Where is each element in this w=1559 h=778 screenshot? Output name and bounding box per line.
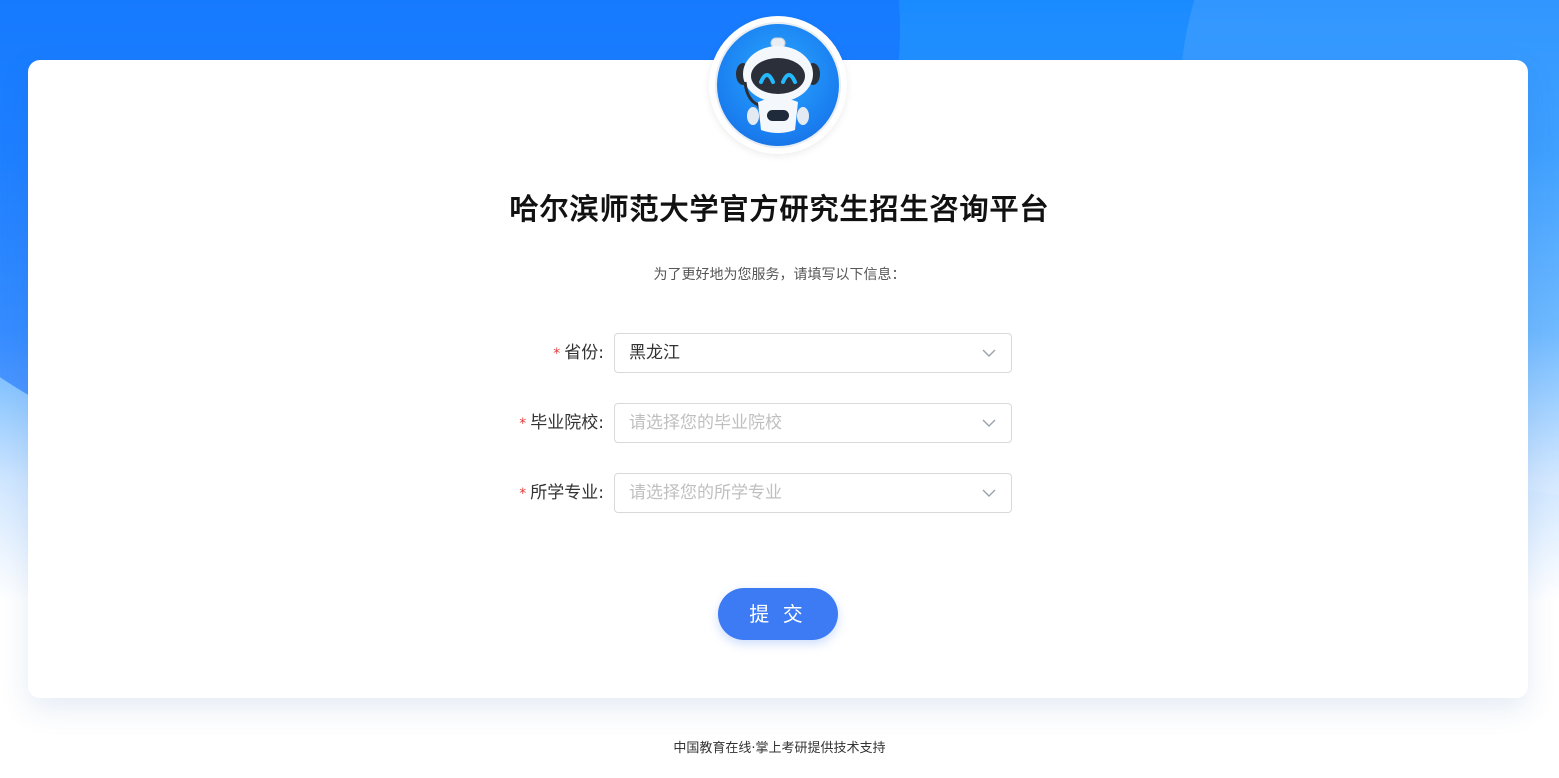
required-mark: * — [553, 346, 561, 362]
robot-illustration — [736, 37, 820, 133]
school-select[interactable]: 请选择您的毕业院校 — [614, 403, 1012, 443]
major-select-placeholder: 请选择您的所学专业 — [629, 483, 782, 503]
major-label: * 所学专业: — [519, 483, 604, 503]
page-subtitle: 为了更好地为您服务，请填写以下信息： — [653, 267, 906, 283]
province-label: * 省份: — [553, 343, 604, 363]
footer-credit: 中国教育在线·掌上考研提供技术支持 — [673, 741, 886, 756]
avatar — [709, 16, 847, 154]
province-select-value: 黑龙江 — [629, 343, 680, 363]
submit-button[interactable]: 提 交 — [718, 588, 838, 640]
major-row: * 所学专业: 请选择您的所学专业 — [440, 473, 1012, 513]
province-row: * 省份: 黑龙江 — [440, 333, 1012, 373]
chevron-down-icon — [982, 419, 996, 427]
chevron-down-icon — [982, 349, 996, 357]
robot-mascot-icon — [715, 22, 841, 148]
required-mark: * — [519, 416, 527, 432]
major-select[interactable]: 请选择您的所学专业 — [614, 473, 1012, 513]
province-select[interactable]: 黑龙江 — [614, 333, 1012, 373]
chevron-down-icon — [982, 489, 996, 497]
required-mark: * — [519, 486, 527, 502]
page-title: 哈尔滨师范大学官方研究生招生咨询平台 — [509, 192, 1050, 226]
school-row: * 毕业院校: 请选择您的毕业院校 — [440, 403, 1012, 443]
school-label: * 毕业院校: — [519, 413, 604, 433]
school-select-placeholder: 请选择您的毕业院校 — [629, 413, 782, 433]
